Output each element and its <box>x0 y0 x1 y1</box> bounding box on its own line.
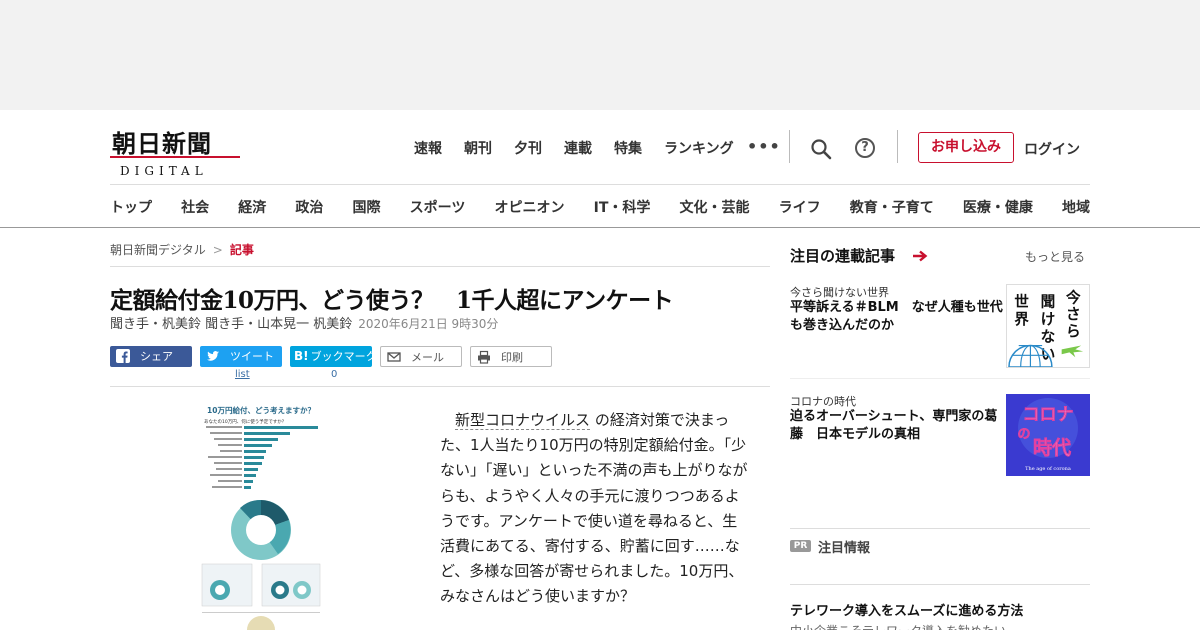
cat-politics[interactable]: 政治 <box>295 197 323 217</box>
cat-culture[interactable]: 文化・芸能 <box>680 197 750 217</box>
twitter-icon <box>207 351 219 361</box>
top-nav: 速報 朝刊 夕刊 連載 特集 ランキング <box>414 138 756 158</box>
cat-top[interactable]: トップ <box>110 197 152 217</box>
pr-article-title[interactable]: テレワーク導入をスムーズに進める方法 <box>790 600 1023 619</box>
divider <box>790 584 1090 585</box>
thumb-char: 界 <box>1014 311 1029 328</box>
thumb-title: コロナ <box>1023 405 1074 425</box>
breadcrumb: 朝日新聞デジタル > 記事 <box>110 241 254 258</box>
twitter-share-button[interactable]: ツイート <box>200 346 282 367</box>
hatena-bookmark-button[interactable]: B! ブックマーク <box>290 346 377 367</box>
thumb-char: な <box>1041 329 1056 346</box>
site-header: 朝日新聞 DIGITAL 速報 朝刊 夕刊 連載 特集 ランキング ••• ? … <box>0 110 1200 228</box>
search-icon[interactable] <box>810 138 832 160</box>
logo-underline <box>110 156 240 158</box>
logo-sub: DIGITAL <box>120 164 208 178</box>
byline-authors: 聞き手・杋美鈴 聞き手・山本晃一 杋美鈴 <box>110 317 353 332</box>
cat-economy[interactable]: 経済 <box>238 197 266 217</box>
pr-article-summary[interactable]: 中小企業こそテレワーク導入を勧めたい <box>790 622 1006 630</box>
article-date: 2020年6月21日 9時30分 <box>358 317 499 331</box>
bookmark-count: 0 <box>331 369 338 380</box>
header-divider <box>789 130 790 163</box>
cat-sports[interactable]: スポーツ <box>410 197 466 217</box>
nav-tokushu[interactable]: 特集 <box>614 138 642 158</box>
mail-share-button[interactable]: メール <box>380 346 462 367</box>
twitter-share-label: ツイート <box>230 350 274 363</box>
article-byline: 聞き手・杋美鈴 聞き手・山本晃一 杋美鈴 2020年6月21日 9時30分 <box>110 313 498 332</box>
series-thumbnail[interactable]: 今 さ ら 聞 け な い 世 界 <box>1006 284 1090 368</box>
thumb-title: 時代 <box>1033 437 1071 459</box>
cat-health[interactable]: 医療・健康 <box>963 197 1033 217</box>
sidebar-heading[interactable]: 注目の連載記事 <box>790 245 895 266</box>
print-icon <box>478 350 490 364</box>
series-label[interactable]: コロナの時代 <box>790 393 856 409</box>
thumb-char: さ <box>1066 306 1081 323</box>
logo-text: 朝日新聞 <box>112 129 212 158</box>
article-body-text: の経済対策で決まった、1人当たり10万円の特別定額給付金。「少ない」「遅い」とい… <box>440 411 748 606</box>
breadcrumb-home[interactable]: 朝日新聞デジタル <box>110 243 206 257</box>
thumb-char: 今 <box>1065 289 1081 307</box>
article-infographic[interactable]: 10万円給付、どう考えますか？ あなたの10万円、何に使う予定ですか？ <box>200 404 322 630</box>
breadcrumb-current: 記事 <box>229 243 254 257</box>
nav-divider <box>110 184 1090 185</box>
more-menu-icon[interactable]: ••• <box>747 137 781 156</box>
category-nav: トップ 社会 経済 政治 国際 スポーツ オピニオン IT・科学 文化・芸能 ラ… <box>110 197 1090 217</box>
cat-society[interactable]: 社会 <box>181 197 209 217</box>
nav-ranking[interactable]: ランキング <box>664 138 734 158</box>
facebook-share-button[interactable]: シェア <box>110 346 192 367</box>
thumb-char: け <box>1041 311 1056 328</box>
nav-yukan[interactable]: 夕刊 <box>514 138 542 158</box>
nav-rensai[interactable]: 連載 <box>564 138 592 158</box>
breadcrumb-separator: > <box>212 243 223 257</box>
facebook-icon <box>116 349 130 363</box>
hatena-bookmark-label: ブックマーク <box>310 350 377 363</box>
arrow-right-icon <box>913 250 928 262</box>
topic-link[interactable]: 新型コロナウイルス <box>455 411 591 430</box>
cat-education[interactable]: 教育・子育て <box>850 197 934 217</box>
mail-icon <box>387 352 401 362</box>
cat-it-science[interactable]: IT・科学 <box>594 197 651 217</box>
cat-opinion[interactable]: オピニオン <box>494 197 564 217</box>
divider <box>110 386 770 387</box>
nav-chokan[interactable]: 朝刊 <box>464 138 492 158</box>
hatena-icon: B! <box>294 349 309 363</box>
login-link[interactable]: ログイン <box>1024 139 1080 159</box>
cat-region[interactable]: 地域 <box>1062 197 1090 217</box>
series-article-title[interactable]: 平等訴える＃BLM なぜ人種も世代も巻き込んだのか <box>790 299 1005 335</box>
subscribe-button[interactable]: お申し込み <box>918 132 1014 163</box>
print-button[interactable]: 印刷 <box>470 346 552 367</box>
header-divider <box>897 130 898 163</box>
thumb-char: 世 <box>1014 292 1029 310</box>
ad-banner-area <box>0 0 1200 110</box>
nav-sokuho[interactable]: 速報 <box>414 138 442 158</box>
print-label: 印刷 <box>501 351 523 364</box>
facebook-share-label: シェア <box>140 350 173 363</box>
sidebar-more-link[interactable]: もっと見る <box>1025 248 1085 265</box>
series-label[interactable]: 今さら聞けない世界 <box>790 284 889 300</box>
thumb-subtitle: The age of corona <box>1025 466 1071 472</box>
article-body: 新型コロナウイルス の経済対策で決まった、1人当たり10万円の特別定額給付金。「… <box>440 408 750 610</box>
tweet-count-link[interactable]: list <box>235 369 250 380</box>
infographic-subtitle: あなたの10万円、何に使う予定ですか？ <box>204 418 286 425</box>
divider <box>790 528 1090 529</box>
pr-heading: 注目情報 <box>818 541 871 556</box>
cat-life[interactable]: ライフ <box>779 197 821 217</box>
divider <box>790 378 1090 379</box>
help-icon[interactable]: ? <box>855 138 875 158</box>
series-thumbnail[interactable]: コロナ の 時代 The age of corona <box>1006 394 1090 476</box>
article-title: 定額給付金10万円、どう使う？ 1千人超にアンケート <box>110 287 674 314</box>
pr-badge: PR <box>790 540 811 552</box>
cat-international[interactable]: 国際 <box>353 197 381 217</box>
site-logo[interactable]: 朝日新聞 DIGITAL <box>110 124 242 178</box>
series-article-title[interactable]: 迫るオーバーシュート、専門家の葛藤 日本モデルの真相 <box>790 408 1005 444</box>
infographic-title: 10万円給付、どう考えますか？ <box>207 405 315 415</box>
divider <box>110 266 770 267</box>
thumb-title: の <box>1017 427 1030 442</box>
thumb-char: ら <box>1066 323 1081 340</box>
mail-share-label: メール <box>411 351 444 364</box>
thumb-char: 聞 <box>1041 293 1056 310</box>
